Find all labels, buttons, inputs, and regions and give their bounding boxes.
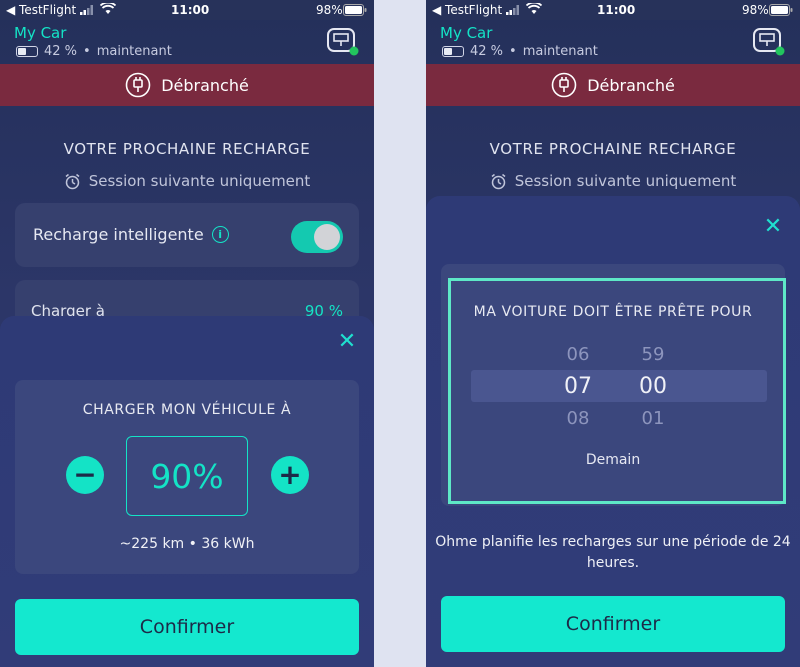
decrease-button[interactable]: − [66, 456, 104, 494]
phone-screen-left: ◀ TestFlight 11:00 98% My Car 42 % • mai… [0, 0, 374, 667]
next-charge-title: VOTRE PROCHAINE RECHARGE [63, 140, 311, 158]
charger-device-icon[interactable] [752, 27, 786, 57]
clock: 11:00 [597, 3, 636, 17]
charge-target-title: CHARGER MON VÉHICULE À [82, 402, 292, 418]
planning-note: Ohme planifie les recharges sur une péri… [435, 534, 791, 571]
back-to-app-link[interactable]: ◀ TestFlight [432, 3, 502, 17]
plug-icon [125, 72, 151, 98]
alarm-clock-icon [491, 173, 506, 189]
confirm-button[interactable]: Confirmer [441, 596, 785, 652]
battery-percentage: 98% [316, 3, 343, 17]
connection-banner: Débranché [426, 64, 800, 106]
car-name[interactable]: My Car [440, 24, 492, 42]
signal-icon [80, 5, 93, 15]
next-charge-subtitle-label: Session suivante uniquement [88, 172, 311, 190]
car-battery-icon [442, 45, 464, 57]
signal-icon [506, 5, 519, 15]
smart-charging-row: Recharge intelligente i [33, 225, 229, 244]
connection-status-label: Débranché [587, 75, 675, 95]
car-update-time: maintenant [96, 43, 172, 59]
plug-icon [551, 72, 577, 98]
alarm-clock-icon [65, 173, 80, 189]
range-estimate: ~225 km • 36 kWh [119, 536, 255, 552]
connection-banner: Débranché [0, 64, 374, 106]
highlight-annotation-box [448, 278, 786, 504]
back-app-label: TestFlight [445, 3, 503, 17]
next-charge-subtitle: Session suivante uniquement [426, 172, 800, 190]
next-charge-subtitle-label: Session suivante uniquement [514, 172, 737, 190]
close-icon[interactable]: ✕ [336, 331, 358, 353]
separator-dot: • [83, 43, 91, 59]
car-name[interactable]: My Car [14, 24, 66, 42]
next-charge-subtitle: Session suivante uniquement [0, 172, 374, 190]
smart-charging-toggle[interactable] [291, 221, 343, 253]
smart-charging-card: Recharge intelligente i [15, 203, 359, 267]
car-status: 42 % • maintenant [442, 43, 598, 59]
car-battery-level: 42 % [470, 43, 504, 59]
info-icon[interactable]: i [211, 226, 229, 243]
charger-device-icon[interactable] [326, 27, 360, 57]
wifi-icon [526, 3, 542, 14]
car-battery-level: 42 % [44, 43, 78, 59]
back-app-label: TestFlight [19, 3, 77, 17]
clock: 11:00 [171, 3, 210, 17]
battery-percentage: 98% [742, 3, 769, 17]
charge-target-card: CHARGER MON VÉHICULE À − 90% + ~225 km •… [15, 380, 359, 574]
connection-status-label: Débranché [161, 75, 249, 95]
status-bar: ◀ TestFlight 11:00 98% [0, 0, 374, 20]
battery-icon [343, 4, 367, 16]
increase-button[interactable]: + [271, 456, 309, 494]
charge-target-value: 90% [126, 436, 248, 516]
car-status: 42 % • maintenant [16, 43, 172, 59]
smart-charging-label: Recharge intelligente [33, 225, 204, 244]
back-to-app-link[interactable]: ◀ TestFlight [6, 3, 76, 17]
status-bar: ◀ TestFlight 11:00 98% [426, 0, 800, 20]
next-charge-title: VOTRE PROCHAINE RECHARGE [489, 140, 737, 158]
separator-dot: • [509, 43, 517, 59]
wifi-icon [100, 3, 116, 14]
car-update-time: maintenant [522, 43, 598, 59]
battery-icon [769, 4, 793, 16]
charge-target-sheet: ✕ CHARGER MON VÉHICULE À − 90% + ~225 km… [0, 316, 374, 667]
car-battery-icon [16, 45, 38, 57]
confirm-button[interactable]: Confirmer [15, 599, 359, 655]
